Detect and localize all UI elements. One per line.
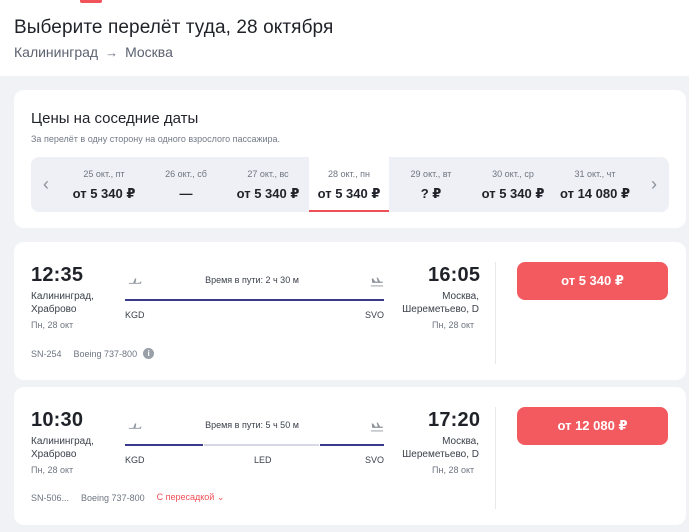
destination-code: SVO xyxy=(365,455,385,465)
date-price: от 5 340 ₽ xyxy=(481,186,545,201)
arrival-time: 17:20 xyxy=(428,409,481,431)
nearby-dates-subtitle: За перелёт в одну сторону на одного взро… xyxy=(31,134,281,144)
arrival-airport: Москва, Шереметьево, D xyxy=(402,435,479,461)
flight-duration: Время в пути: 5 ч 50 м xyxy=(205,420,299,430)
stop-code: LED xyxy=(254,455,272,465)
from-city: Калининград xyxy=(14,44,99,60)
flight-number: SN-506... xyxy=(31,492,70,503)
origin-code: KGD xyxy=(125,455,145,465)
date-price: от 5 340 ₽ xyxy=(236,186,300,201)
arrival-date: Пн, 28 окт xyxy=(432,465,475,475)
route-line-segment xyxy=(125,444,203,446)
arrival-city: Москва, xyxy=(442,291,479,302)
price-button[interactable]: от 12 080 ₽ xyxy=(517,407,668,445)
departure-airport-name: Храброво xyxy=(31,304,77,315)
takeoff-icon xyxy=(128,423,142,429)
date-option[interactable]: 31 окт., чт от 14 080 ₽ xyxy=(555,157,635,212)
date-label: 30 окт., ср xyxy=(492,169,534,179)
departure-city: Калининград, xyxy=(31,436,94,447)
flight-meta: SN-506... Boeing 737-800 С пересадкой ⌄ xyxy=(31,492,224,503)
takeoff-icon xyxy=(128,278,142,284)
divider xyxy=(495,407,496,509)
landing-icon xyxy=(370,422,384,432)
landing-icon xyxy=(370,277,384,287)
date-option[interactable]: 26 окт., сб — xyxy=(146,157,226,212)
chevron-down-icon: ⌄ xyxy=(216,492,225,502)
date-price: от 5 340 ₽ xyxy=(317,186,381,201)
arrival-date: Пн, 28 окт xyxy=(432,320,475,330)
arrival-airport: Москва, Шереметьево, D xyxy=(402,290,479,316)
aircraft-type: Boeing 737-800 xyxy=(73,348,138,359)
nearby-dates-card: Цены на соседние даты За перелёт в одну … xyxy=(14,90,686,228)
arrival-time: 16:05 xyxy=(428,264,481,286)
chevron-left-icon[interactable]: ‹ xyxy=(31,157,61,212)
date-strip: ‹ 25 окт., пт от 5 340 ₽ 26 окт., сб — 2… xyxy=(31,157,669,212)
layover-segment xyxy=(204,444,319,446)
date-label: 31 окт., чт xyxy=(574,169,616,179)
date-label: 27 окт., вс xyxy=(247,169,289,179)
date-label: 28 окт., пн xyxy=(327,169,371,179)
arrival-airport-name: Шереметьево, D xyxy=(402,449,479,460)
top-accent-mark xyxy=(80,0,102,3)
date-label: 29 окт., вт xyxy=(410,169,452,179)
departure-date: Пн, 28 окт xyxy=(31,465,74,475)
arrival-city: Москва, xyxy=(442,436,479,447)
nearby-dates-title: Цены на соседние даты xyxy=(31,110,199,127)
flight-meta: SN-254 Boeing 737-800 i xyxy=(31,348,155,359)
date-option[interactable]: 30 окт., ср от 5 340 ₽ xyxy=(473,157,553,212)
date-label: 25 окт., пт xyxy=(83,169,125,179)
price-button[interactable]: от 5 340 ₽ xyxy=(517,262,668,300)
route-line xyxy=(125,299,384,301)
departure-airport-name: Храброво xyxy=(31,449,77,460)
departure-time: 12:35 xyxy=(31,264,84,286)
origin-code: KGD xyxy=(125,310,145,320)
aircraft-type: Boeing 737-800 xyxy=(81,492,145,503)
top-accent-bar xyxy=(0,0,689,4)
departure-city: Калининград, xyxy=(31,291,94,302)
date-label: 26 окт., сб xyxy=(165,169,207,179)
flight-card[interactable]: 12:35 Калининград, Храброво Пн, 28 окт В… xyxy=(14,242,686,380)
date-price: — xyxy=(179,186,193,201)
info-icon[interactable]: i xyxy=(143,348,155,359)
page-header: Выберите перелёт туда, 28 октября Калини… xyxy=(0,0,689,76)
transfer-label: С пересадкой xyxy=(156,492,215,502)
departure-date: Пн, 28 окт xyxy=(31,320,74,330)
date-option[interactable]: 25 окт., пт от 5 340 ₽ xyxy=(64,157,144,212)
arrival-airport-name: Шереметьево, D xyxy=(402,304,479,315)
arrow-right-icon: → xyxy=(105,44,119,60)
chevron-right-icon[interactable]: › xyxy=(639,157,669,212)
date-price: ? ₽ xyxy=(420,186,442,201)
page-title: Выберите перелёт туда, 28 октября xyxy=(14,17,334,38)
flight-duration: Время в пути: 2 ч 30 м xyxy=(205,275,299,285)
divider xyxy=(495,262,496,364)
flight-card[interactable]: 10:30 Калининград, Храброво Пн, 28 окт В… xyxy=(14,387,686,525)
date-option[interactable]: 29 окт., вт ? ₽ xyxy=(391,157,471,212)
to-city: Москва xyxy=(125,44,173,60)
departure-time: 10:30 xyxy=(31,409,84,431)
date-option-selected[interactable]: 28 окт., пн от 5 340 ₽ xyxy=(309,157,389,212)
destination-code: SVO xyxy=(365,310,385,320)
flight-number: SN-254 xyxy=(31,348,62,359)
date-price: от 5 340 ₽ xyxy=(72,186,136,201)
date-option[interactable]: 27 окт., вс от 5 340 ₽ xyxy=(228,157,308,212)
route-line-segment xyxy=(320,444,384,446)
breadcrumb: Калининград → Москва xyxy=(14,44,173,60)
departure-airport: Калининград, Храброво xyxy=(31,290,94,316)
date-price: от 14 080 ₽ xyxy=(559,186,630,201)
departure-airport: Калининград, Храброво xyxy=(31,435,94,461)
transfer-toggle[interactable]: С пересадкой ⌄ xyxy=(157,492,225,503)
